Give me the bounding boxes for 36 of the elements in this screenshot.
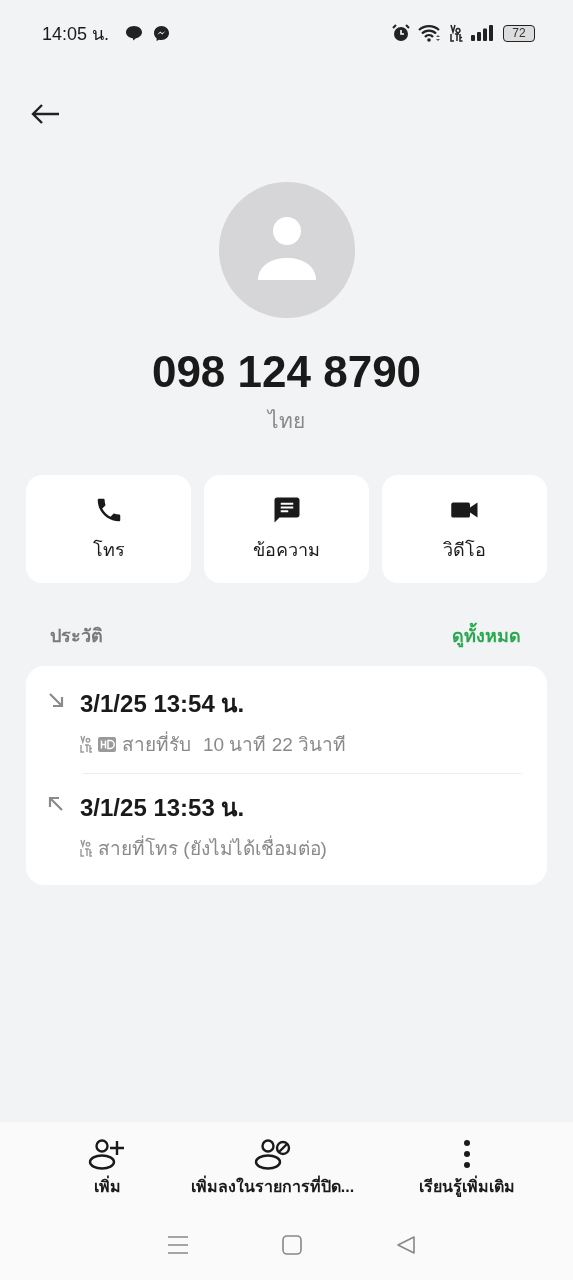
action-button[interactable]: ข้อความ: [204, 475, 369, 583]
chat-bubble-icon: [125, 25, 144, 41]
back-icon[interactable]: [396, 1235, 417, 1255]
status-time: 14:05 น.: [42, 22, 110, 46]
volte-icon: [450, 24, 463, 42]
phone-number: 098 124 8790: [151, 346, 422, 398]
home-icon[interactable]: [282, 1235, 303, 1255]
back-arrow-icon[interactable]: [30, 103, 60, 125]
lightning-bubble-icon: [153, 24, 171, 42]
call-duration: 10 นาที 22 วินาที: [203, 733, 347, 757]
incoming-arrow-icon: [48, 692, 64, 708]
call-type: สายที่รับ: [122, 729, 191, 759]
volte-icon: [80, 839, 92, 857]
call-log-item[interactable]: 3/1/25 13:53 น. สายที่โทร (ยังไม่ได้เชื่อมต่อ): [26, 788, 547, 863]
wifi-icon: [418, 24, 442, 42]
region-label: ไทย: [268, 408, 305, 434]
menu-icon[interactable]: [166, 1235, 189, 1255]
toolbar-button[interactable]: เพิ่ม: [88, 1138, 126, 1199]
volte-icon: [80, 735, 92, 753]
action-button[interactable]: โทร: [26, 475, 191, 583]
call-time: 3/1/25 13:53 น.: [80, 793, 246, 823]
toolbar-button[interactable]: เพิ่มลงในรายการที่ปิด...: [190, 1138, 355, 1199]
battery-level: 72: [512, 27, 526, 39]
history-title: ประวัติ: [50, 625, 103, 648]
outgoing-arrow-icon: [48, 796, 64, 812]
avatar-icon: [218, 182, 355, 318]
action-button[interactable]: วิดีโอ: [382, 475, 547, 583]
toolbar-button[interactable]: เรียนรู้เพิ่มเติม: [419, 1138, 515, 1199]
call-log-item[interactable]: 3/1/25 13:54 น. สายที่รับ 10 นาที 22 วินาที: [26, 684, 547, 759]
signal-icon: [471, 25, 495, 41]
call-time: 3/1/25 13:54 น.: [80, 689, 246, 719]
alarm-clock-icon: [392, 24, 410, 42]
more-options-icon: [462, 1138, 472, 1170]
call-type: สายที่โทร (ยังไม่ได้เชื่อมต่อ): [98, 833, 327, 863]
add-person-icon: [88, 1138, 126, 1170]
block-person-icon: [253, 1138, 292, 1170]
